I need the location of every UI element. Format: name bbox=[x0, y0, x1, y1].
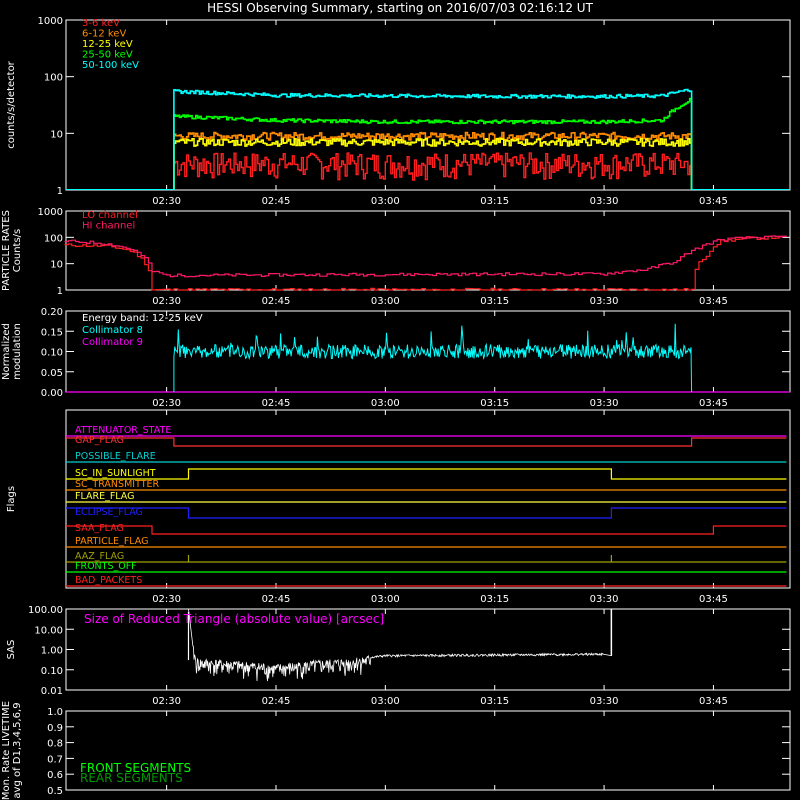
flag-gap-flag bbox=[66, 437, 787, 447]
legend-12-25-kev: 12-25 keV bbox=[82, 39, 133, 50]
modulation-xtick-label: 03:00 bbox=[371, 398, 400, 409]
flag-aaz-flag bbox=[66, 555, 787, 563]
counts-xtick-label: 02:30 bbox=[152, 196, 181, 207]
livetime-ylabel: avg of D1,3,4,5,6,9 bbox=[12, 702, 23, 798]
sas-xtick-label: 03:45 bbox=[699, 696, 728, 707]
legend-collimator-9: Collimator 9 bbox=[82, 337, 143, 348]
series-lo-channel bbox=[64, 235, 787, 291]
livetime-ytick-label: 0.9 bbox=[47, 723, 63, 734]
modulation-ytick-label: 0.05 bbox=[41, 368, 63, 379]
series-hi-channel bbox=[64, 235, 787, 278]
livetime-ytick-label: 0.8 bbox=[47, 739, 63, 750]
flags-ylabel: Flags bbox=[6, 486, 17, 512]
counts-xtick-label: 02:45 bbox=[262, 196, 291, 207]
flag-label-sc-in-sunlight: SC_IN_SUNLIGHT bbox=[75, 468, 156, 479]
sas-xtick-label: 02:45 bbox=[262, 696, 291, 707]
flag-label-particle-flag: PARTICLE_FLAG bbox=[75, 536, 148, 547]
observing-summary: HESSI Observing Summary, starting on 201… bbox=[0, 0, 800, 800]
counts-ytick-label: 10 bbox=[50, 129, 63, 140]
counts-ytick-label: 100 bbox=[44, 73, 63, 84]
modulation-ylabel: modulation bbox=[12, 323, 23, 380]
flag-eclipse-flag bbox=[66, 507, 787, 519]
livetime-ytick-label: 0.5 bbox=[47, 786, 63, 797]
sas-ytick-label: 0.01 bbox=[41, 686, 63, 697]
flags-xtick-label: 03:00 bbox=[371, 594, 400, 605]
particles-xtick-label: 03:30 bbox=[590, 296, 619, 307]
modulation-ytick-label: 0.15 bbox=[41, 327, 63, 338]
counts-xtick-label: 03:45 bbox=[699, 196, 728, 207]
counts-xtick-label: 03:15 bbox=[480, 196, 509, 207]
particles-ylabel: PARTICLE RATES bbox=[1, 210, 12, 291]
modulation-energy-band: Energy band: 12-25 keV bbox=[82, 313, 203, 324]
modulation-ylabel: Normalized bbox=[1, 323, 12, 380]
modulation-ytick-label: 0.10 bbox=[41, 348, 63, 359]
sas-annotation: Size of Reduced Triangle (absolute value… bbox=[84, 612, 384, 626]
particles-xtick-label: 02:30 bbox=[152, 296, 181, 307]
series-collimator-8 bbox=[173, 323, 693, 393]
sas-ytick-label: 1.00 bbox=[41, 646, 63, 657]
sas-xtick-label: 03:30 bbox=[590, 696, 619, 707]
legend-3-6-kev: 3-6 keV bbox=[82, 18, 120, 29]
legend-collimator-8: Collimator 8 bbox=[82, 325, 143, 336]
sas-ytick-label: 100.00 bbox=[28, 605, 63, 616]
flag-label-flare-flag: FLARE_FLAG bbox=[75, 491, 135, 502]
particles-ytick-label: 1 bbox=[57, 286, 63, 297]
modulation-xtick-label: 03:30 bbox=[590, 398, 619, 409]
counts-xtick-label: 03:00 bbox=[371, 196, 400, 207]
flags-xtick-label: 03:45 bbox=[699, 594, 728, 605]
livetime-ylabel: Mon. Rate LIVETIME bbox=[1, 701, 12, 800]
legend-lo-channel: LO channel bbox=[82, 210, 138, 221]
particles-xtick-label: 02:45 bbox=[262, 296, 291, 307]
flags-frame bbox=[65, 409, 791, 589]
modulation-xtick-label: 02:45 bbox=[262, 398, 291, 409]
modulation-xtick-label: 02:30 bbox=[152, 398, 181, 409]
legend-6-12-kev: 6-12 keV bbox=[82, 29, 126, 40]
livetime-ytick-label: 1.0 bbox=[47, 707, 63, 718]
flags-xtick-label: 03:15 bbox=[480, 594, 509, 605]
particles-ytick-label: 10 bbox=[50, 260, 63, 271]
counts-xtick-label: 03:30 bbox=[590, 196, 619, 207]
particles-ytick-label: 100 bbox=[44, 233, 63, 244]
particles-xtick-label: 03:15 bbox=[480, 296, 509, 307]
flag-saa-flag bbox=[66, 525, 787, 535]
flag-label-gap-flag: GAP_FLAG bbox=[75, 435, 124, 446]
legend-hi-channel: HI channel bbox=[82, 221, 135, 232]
flag-label-saa-flag: SAA_FLAG bbox=[75, 523, 124, 534]
series-3-6-kev bbox=[173, 152, 693, 190]
sas-xtick-label: 02:30 bbox=[152, 696, 181, 707]
sas-ytick-label: 10.00 bbox=[34, 625, 63, 636]
modulation-ytick-label: 0.20 bbox=[41, 307, 63, 318]
particles-frame bbox=[65, 210, 791, 291]
flag-label-fronts-off: FRONTS_OFF bbox=[75, 561, 137, 572]
modulation-xtick-label: 03:15 bbox=[480, 398, 509, 409]
counts-ylabel: counts/s/detector bbox=[6, 60, 17, 148]
particles-ylabel: Counts/s bbox=[12, 229, 23, 273]
summary-plot: HESSI Observing Summary, starting on 201… bbox=[1, 1, 791, 800]
chart-title: HESSI Observing Summary, starting on 201… bbox=[207, 1, 593, 15]
legend-50-100-kev: 50-100 keV bbox=[82, 60, 139, 71]
particles-xtick-label: 03:45 bbox=[699, 296, 728, 307]
flag-label-bad-packets: BAD_PACKETS bbox=[75, 575, 142, 586]
flag-label-possible-flare: POSSIBLE_FLARE bbox=[75, 451, 156, 462]
flags-xtick-label: 02:45 bbox=[262, 594, 291, 605]
legend-25-50-kev: 25-50 keV bbox=[82, 50, 133, 61]
counts-ytick-label: 1000 bbox=[38, 16, 63, 27]
sas-xtick-label: 03:00 bbox=[371, 696, 400, 707]
modulation-xtick-label: 03:45 bbox=[699, 398, 728, 409]
particles-ytick-label: 1000 bbox=[38, 207, 63, 218]
sas-xtick-label: 03:15 bbox=[480, 696, 509, 707]
particles-xtick-label: 03:00 bbox=[371, 296, 400, 307]
livetime-ytick-label: 0.7 bbox=[47, 754, 63, 765]
flag-label-eclipse-flag: ECLIPSE_FLAG bbox=[75, 507, 143, 518]
modulation-ytick-label: 0.00 bbox=[41, 388, 63, 399]
sas-ytick-label: 0.10 bbox=[41, 666, 63, 677]
counts-ytick-label: 1 bbox=[57, 186, 63, 197]
flag-label-sc-transmitter: SC_TRANSMITTER bbox=[75, 479, 160, 490]
livetime-ytick-label: 0.6 bbox=[47, 770, 63, 781]
flags-xtick-label: 03:30 bbox=[590, 594, 619, 605]
sas-ylabel: SAS bbox=[6, 640, 17, 660]
flag-sc-in-sunlight bbox=[66, 468, 787, 480]
flags-xtick-label: 02:30 bbox=[152, 594, 181, 605]
legend-rear-segments: REAR SEGMENTS bbox=[80, 771, 183, 785]
